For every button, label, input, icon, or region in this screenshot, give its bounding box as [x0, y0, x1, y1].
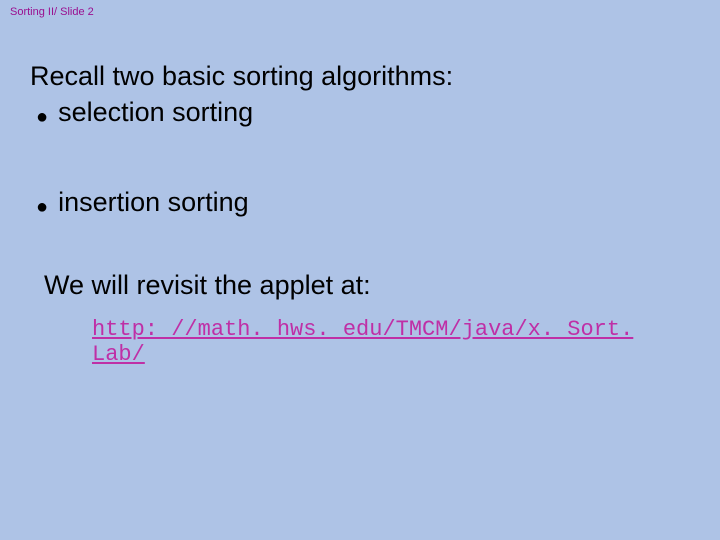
- slide-header: Sorting II/ Slide 2: [10, 6, 94, 18]
- bullet-row-1: ● selection sorting: [36, 96, 690, 130]
- bullet-text-1: selection sorting: [58, 96, 253, 130]
- slide: Sorting II/ Slide 2 Recall two basic sor…: [0, 0, 720, 540]
- intro-line: Recall two basic sorting algorithms:: [30, 60, 690, 94]
- bullet-text-2: insertion sorting: [58, 186, 249, 220]
- bullet-row-2: ● insertion sorting: [36, 186, 690, 220]
- applet-link[interactable]: http: //math. hws. edu/TMCM/java/x. Sort…: [92, 317, 690, 367]
- slide-content: Recall two basic sorting algorithms: ● s…: [30, 60, 690, 367]
- revisit-line: We will revisit the applet at:: [44, 269, 690, 303]
- bullet-icon: ●: [36, 197, 48, 217]
- bullet-icon: ●: [36, 107, 48, 127]
